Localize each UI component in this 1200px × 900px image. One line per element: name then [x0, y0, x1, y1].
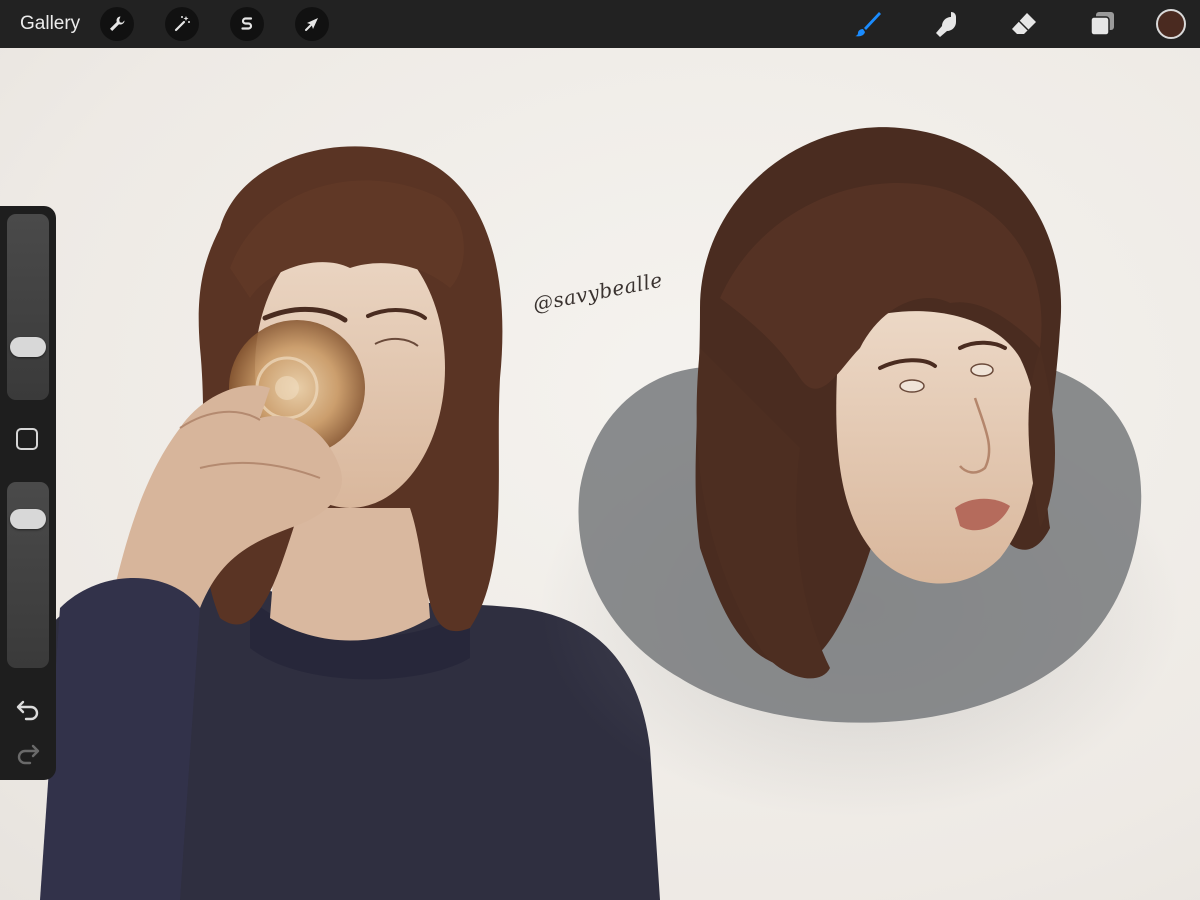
brush-icon	[855, 12, 881, 37]
selection-button[interactable]	[230, 7, 265, 41]
brush-tool-button[interactable]	[848, 4, 888, 44]
arrow-cursor-icon	[305, 18, 319, 31]
eraser-icon	[1012, 13, 1036, 34]
artwork	[40, 127, 1180, 900]
opacity-slider[interactable]	[7, 482, 49, 668]
side-toolbar	[0, 206, 56, 780]
brush-size-slider[interactable]	[7, 214, 49, 400]
redo-icon[interactable]	[14, 738, 42, 766]
top-toolbar: Gallery	[0, 0, 1200, 48]
undo-icon[interactable]	[14, 694, 42, 722]
color-picker-swatch[interactable]	[1156, 9, 1186, 39]
adjustments-button[interactable]	[165, 7, 200, 41]
layers-icon	[1090, 12, 1114, 36]
gallery-button[interactable]: Gallery	[20, 13, 80, 35]
actions-button[interactable]	[100, 7, 135, 41]
right-portrait	[540, 127, 1180, 818]
drawing-canvas[interactable]: @savybealle	[0, 48, 1200, 900]
wrench-icon	[110, 16, 125, 31]
transform-button[interactable]	[295, 7, 330, 41]
smudge-finger-icon	[936, 12, 956, 37]
smudge-tool-button[interactable]	[926, 4, 966, 44]
eraser-tool-button[interactable]	[1004, 4, 1044, 44]
magic-wand-icon	[175, 16, 191, 32]
left-portrait	[40, 146, 660, 900]
brush-size-thumb[interactable]	[10, 337, 46, 357]
selection-s-icon	[241, 17, 253, 30]
opacity-thumb[interactable]	[10, 509, 46, 529]
right-tool-group	[810, 0, 1200, 48]
layers-button[interactable]	[1082, 4, 1122, 44]
modify-button[interactable]	[16, 428, 38, 450]
